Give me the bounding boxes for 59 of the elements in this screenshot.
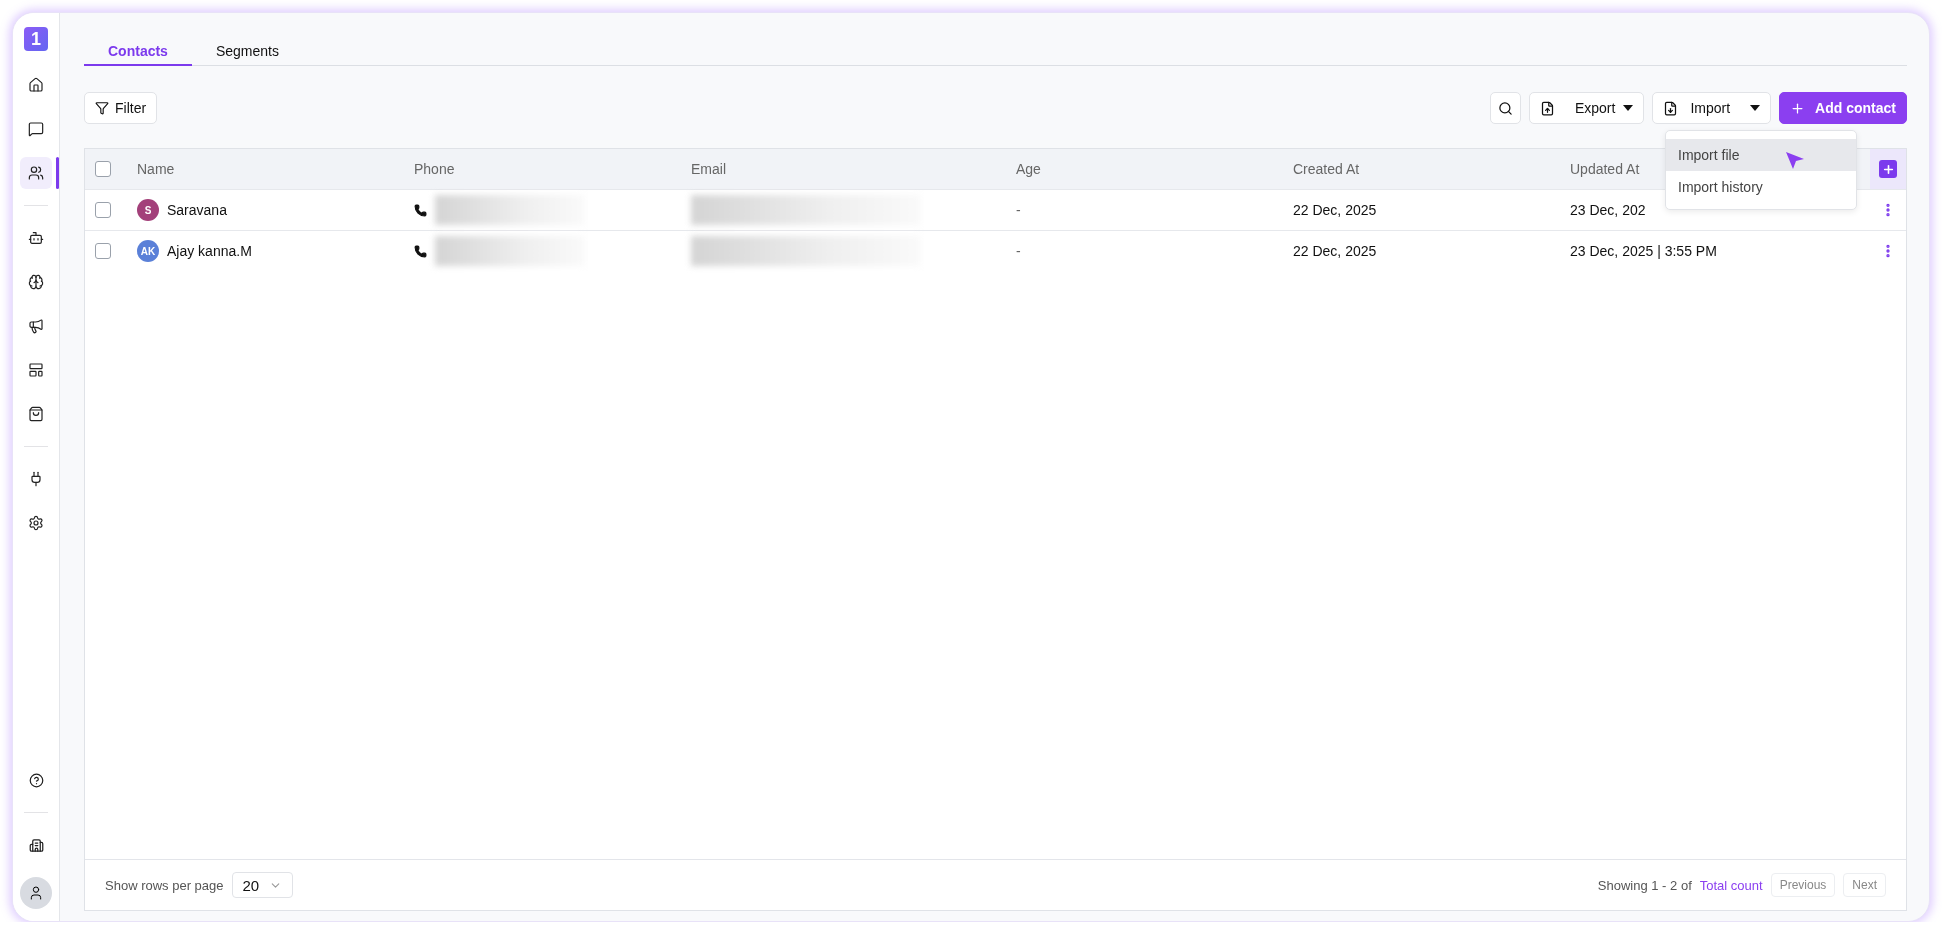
tab[interactable]: Segments [191,43,303,66]
filter-button[interactable]: Filter [84,92,158,124]
export-button[interactable]: Export [1528,92,1645,124]
column-header: Created At [1293,161,1360,177]
showing-text: Showing 1 - 2 of [1597,877,1692,893]
cursor-icon [1784,149,1806,171]
robot-icon [28,230,44,246]
contact-name: Ajay kanna.M [167,243,252,259]
next-button[interactable]: Next [1843,873,1886,897]
select-all-checkbox[interactable] [95,161,111,177]
rows-per-page-select[interactable]: 20 [231,872,294,898]
column-header: Email [691,161,726,177]
table-cell-text: 23 Dec, 2025 | 3:55 PM [1570,243,1718,259]
table-cell-text: - [1016,202,1022,218]
phone-icon [414,244,427,258]
contact-name: Saravana [167,202,227,218]
column-header: Name [137,161,175,177]
shopping-bag-icon [28,406,44,422]
add-column-button[interactable] [1879,160,1897,178]
tab[interactable]: Contacts [84,43,192,66]
contact-avatar: AK [137,240,159,262]
rows-per-page-label: Show rows per page [105,877,224,893]
import-button[interactable]: Import [1652,92,1772,124]
active-indicator [56,157,59,189]
column-header: Age [1016,161,1041,177]
total-count-link[interactable]: Total count [1699,877,1763,893]
column-header: Phone [414,161,455,177]
search-button[interactable] [1489,92,1521,124]
chat-icon [28,121,44,137]
table-cell-text: 22 Dec, 2025 [1293,243,1378,259]
column-header: Updated At [1570,161,1640,177]
add-contact-button[interactable]: Add contact [1779,92,1907,124]
plus-icon [1790,100,1806,116]
download-icon [1663,100,1679,116]
row-checkbox[interactable] [95,243,111,259]
contact-avatar: S [137,199,159,221]
previous-button[interactable]: Previous [1770,873,1836,897]
caret-icon [1623,105,1634,111]
menu-item[interactable]: Import history [1666,171,1856,203]
brain-icon [28,274,44,290]
profile-avatar[interactable] [20,877,52,909]
caret-icon [1750,105,1761,111]
plus-icon [1881,162,1895,176]
menu-item[interactable]: Import file [1666,139,1856,171]
filter-icon [95,101,109,115]
table-cell-text: 22 Dec, 2025 [1293,202,1378,218]
users-icon [28,165,44,181]
home-icon [28,77,44,93]
settings-icon [28,515,44,531]
megaphone-icon [28,318,44,334]
upload-icon [1539,100,1555,116]
search-icon [1497,100,1513,116]
layout-icon [28,362,44,378]
app-logo: 1 [24,27,48,51]
phone-icon [414,203,427,217]
plug-icon [28,471,44,487]
table-cell-text: 23 Dec, 202 [1570,202,1647,218]
table-cell-text: - [1016,243,1022,259]
row-checkbox[interactable] [95,202,111,218]
